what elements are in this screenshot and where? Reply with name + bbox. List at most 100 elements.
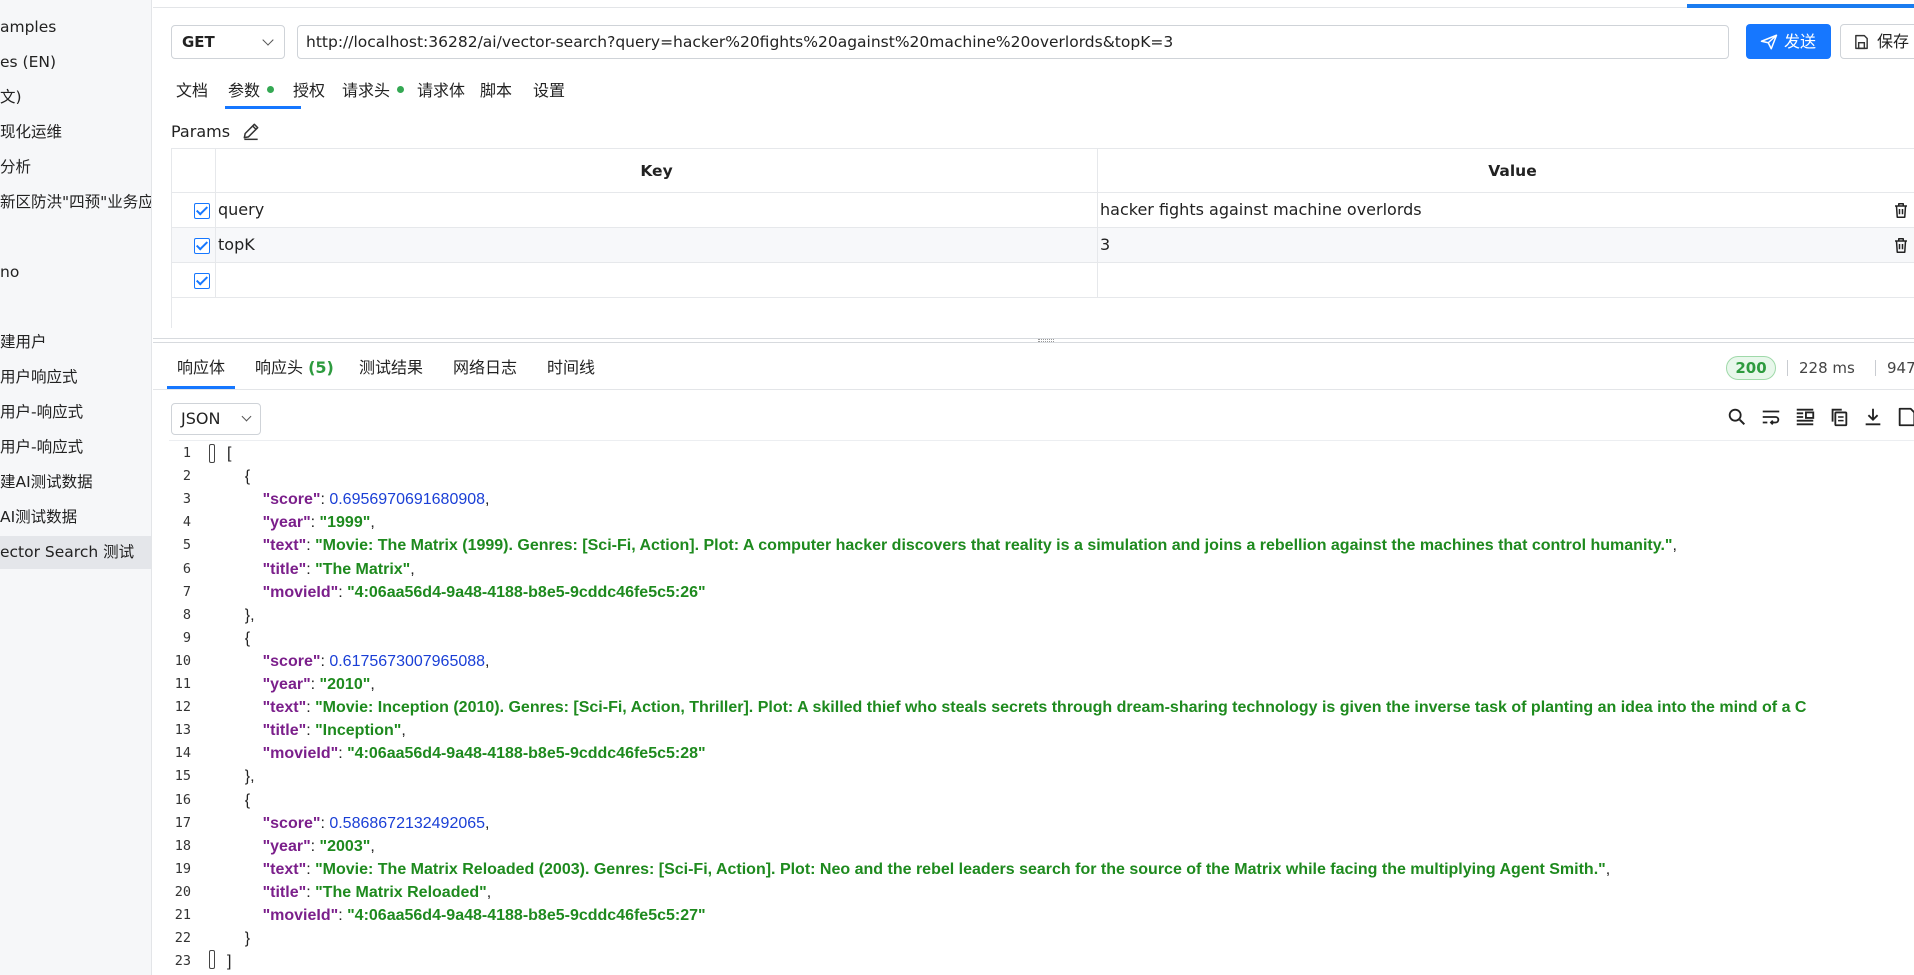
line-number: 4 — [182, 514, 191, 531]
tab-network-log[interactable]: 网络日志 — [453, 355, 517, 381]
tab-headers[interactable]: 请求头 — [342, 78, 405, 108]
key-column-header: Key — [216, 149, 1098, 192]
code-text: { — [227, 789, 250, 812]
panel-splitter[interactable] — [153, 338, 1914, 343]
line-number: 15 — [174, 768, 191, 785]
sidebar-item-label: AI测试数据 — [0, 508, 78, 526]
json-punctuation: , — [1605, 860, 1611, 878]
param-value-field[interactable]: hacker fights against machine overlords — [1098, 193, 1914, 227]
bracket-match-marker — [209, 444, 215, 463]
format-select[interactable]: JSON — [171, 403, 261, 435]
divider — [1875, 360, 1876, 376]
json-punctuation: : — [320, 652, 330, 670]
param-key-field[interactable] — [216, 263, 1098, 297]
code-text: "movieId": "4:06aa56d4-9a48-4188-b8e5-9c… — [227, 904, 706, 927]
response-code-viewer[interactable]: 1[2 {3 "score": 0.6956970691680908, 4 "ye… — [169, 440, 1914, 975]
sidebar-item-label: 用户响应式 — [0, 368, 78, 386]
sidebar-item-label: 新区防洪"四预"业务应用 — [0, 193, 151, 211]
sidebar-item[interactable]: no — [0, 256, 151, 289]
sidebar-item[interactable]: es (EN) — [0, 46, 151, 79]
code-text: "title": "The Matrix", — [227, 558, 415, 581]
json-number: 0.6956970691680908 — [329, 491, 486, 509]
send-button[interactable]: 发送 — [1746, 24, 1831, 59]
sidebar-item[interactable]: 建用户 — [0, 326, 151, 359]
tab-timeline[interactable]: 时间线 — [547, 355, 595, 381]
json-key: "title" — [227, 560, 307, 578]
trash-icon[interactable] — [1892, 201, 1910, 220]
sidebar-item[interactable]: amples — [0, 11, 151, 44]
format-icon[interactable] — [1794, 406, 1816, 428]
param-value-field[interactable]: 3 — [1098, 228, 1914, 262]
sidebar-item-active[interactable]: ector Search 测试 — [0, 536, 151, 569]
json-punctuation: , — [370, 514, 375, 532]
json-punctuation: } — [227, 930, 251, 948]
download-icon[interactable] — [1862, 406, 1884, 428]
code-text: [ — [227, 442, 231, 465]
tab-docs[interactable]: 文档 — [176, 78, 208, 108]
search-icon[interactable] — [1726, 406, 1748, 428]
tab-response-body[interactable]: 响应体 — [177, 355, 225, 381]
line-number: 6 — [182, 560, 191, 577]
row-checkbox-cell — [172, 263, 216, 297]
line-number: 17 — [174, 814, 191, 831]
code-text: ] — [227, 950, 231, 973]
row-checkbox-cell — [172, 193, 216, 227]
trash-icon[interactable] — [1892, 236, 1910, 255]
row-checkbox[interactable] — [194, 238, 210, 254]
active-tab-underline — [225, 106, 301, 109]
code-text: { — [227, 627, 250, 650]
param-value-field[interactable] — [1098, 263, 1914, 297]
sidebar-resize-handle[interactable] — [151, 608, 152, 630]
param-key-field[interactable]: topK — [216, 228, 1098, 262]
code-text: "year": "1999", — [227, 511, 375, 534]
url-input[interactable]: http://localhost:36282/ai/vector-search?… — [297, 25, 1729, 59]
sidebar-item[interactable]: 现化运维 — [0, 116, 151, 149]
sidebar-item-label: ector Search 测试 — [0, 543, 135, 561]
code-text: "year": "2003", — [227, 835, 375, 858]
tab-label: 响应体 — [177, 358, 226, 377]
copy-icon[interactable] — [1828, 406, 1850, 428]
sidebar-item[interactable]: 用户-响应式 — [0, 431, 151, 464]
json-punctuation: }, — [227, 768, 255, 786]
sidebar-item[interactable]: 新区防洪"四预"业务应用 — [0, 186, 151, 219]
line-number: 3 — [182, 491, 191, 508]
line-number: 20 — [174, 883, 191, 900]
tab-response-headers[interactable]: 响应头 (5) — [255, 355, 334, 381]
tab-label: 设置 — [533, 81, 566, 100]
param-key-field[interactable]: query — [216, 193, 1098, 227]
sidebar-item[interactable] — [0, 291, 151, 324]
tab-auth[interactable]: 授权 — [293, 78, 325, 108]
tab-body[interactable]: 请求体 — [417, 78, 465, 108]
sidebar-item[interactable]: 文) — [0, 81, 151, 114]
tab-params[interactable]: 参数 — [228, 78, 275, 108]
json-punctuation: : — [320, 491, 330, 509]
wrap-icon[interactable] — [1760, 406, 1782, 428]
code-line: 21 "movieId": "4:06aa56d4-9a48-4188-b8e5… — [169, 904, 1914, 927]
json-key: "year" — [227, 676, 311, 693]
line-number: 2 — [182, 468, 191, 485]
tab-test-results[interactable]: 测试结果 — [359, 355, 423, 381]
tab-scripts[interactable]: 脚本 — [480, 78, 512, 108]
code-line: 23] — [169, 950, 1914, 973]
row-checkbox[interactable] — [194, 273, 210, 289]
sidebar-item[interactable]: 用户-响应式 — [0, 396, 151, 429]
code-line: 17 "score": 0.5868672132492065, — [169, 812, 1914, 835]
table-header-row: Key Value — [172, 149, 1914, 193]
save-response-icon[interactable] — [1896, 406, 1914, 428]
json-key: "text" — [227, 699, 307, 717]
sidebar-item[interactable]: 用户响应式 — [0, 361, 151, 394]
sidebar-item[interactable]: AI测试数据 — [0, 501, 151, 534]
sidebar-item[interactable] — [0, 221, 151, 254]
pencil-icon[interactable] — [241, 121, 261, 141]
code-text: "title": "The Matrix Reloaded", — [227, 881, 492, 904]
tab-settings[interactable]: 设置 — [533, 78, 565, 108]
row-checkbox[interactable] — [194, 203, 210, 219]
code-text: "text": "Movie: The Matrix Reloaded (200… — [227, 858, 1611, 881]
save-button[interactable]: 保存 — [1840, 24, 1914, 59]
row-checkbox-cell — [172, 228, 216, 262]
sidebar-item[interactable]: 分析 — [0, 151, 151, 184]
modified-dot — [397, 86, 405, 93]
method-select[interactable]: GET — [171, 25, 285, 59]
sidebar-item[interactable]: 建AI测试数据 — [0, 466, 151, 499]
json-key: "title" — [227, 722, 307, 740]
